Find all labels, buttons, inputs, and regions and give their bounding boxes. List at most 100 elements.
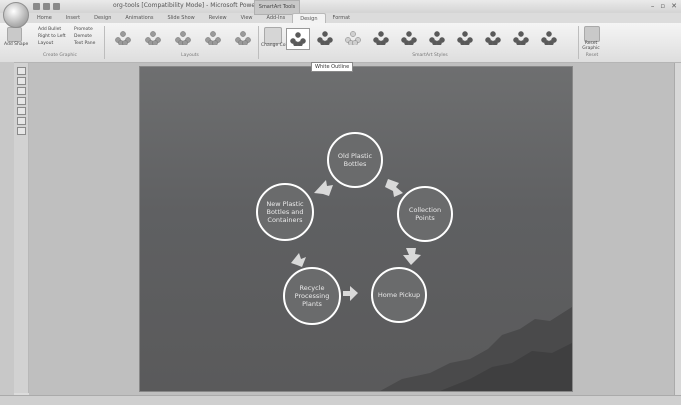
thumb-glyph (490, 31, 496, 37)
thumb-glyph (297, 41, 303, 46)
arrow-icon (385, 179, 403, 197)
thumb-glyph (436, 40, 442, 45)
window-controls: – ▫ ✕ (651, 2, 677, 10)
style-option[interactable] (426, 28, 448, 48)
pane-icon[interactable] (17, 117, 26, 125)
pane-icon[interactable] (17, 67, 26, 75)
pane-icon[interactable] (17, 87, 26, 95)
layout-option[interactable] (232, 28, 254, 48)
add-bullet-button[interactable]: Add Bullet (38, 27, 61, 32)
cycle-node[interactable]: Home Pickup (371, 267, 427, 323)
thumb-glyph (518, 31, 524, 37)
tab-design[interactable]: Design (87, 13, 118, 23)
tab-animations[interactable]: Animations (118, 13, 160, 23)
thumb-glyph (182, 40, 188, 45)
tab-insert[interactable]: Insert (59, 13, 87, 23)
thumb-glyph (152, 40, 158, 45)
style-option[interactable] (370, 28, 392, 48)
text-pane-button[interactable]: Text Pane (74, 41, 95, 46)
style-option[interactable] (510, 28, 532, 48)
tab-review[interactable]: Review (202, 13, 234, 23)
pane-icon[interactable] (17, 97, 26, 105)
smartart-styles-group-label: SmartArt Styles (412, 53, 448, 58)
ribbon-tabs: Home Insert Design Animations Slide Show… (30, 13, 357, 23)
style-option[interactable] (286, 28, 310, 50)
thumb-glyph (352, 40, 358, 45)
thumb-glyph (408, 40, 414, 45)
layout-dropdown[interactable]: Layout (38, 41, 53, 46)
reset-group-label: Reset (585, 53, 599, 58)
redo-icon[interactable] (53, 3, 60, 10)
layout-option[interactable] (202, 28, 224, 48)
style-option[interactable] (314, 28, 336, 48)
thumb-glyph (350, 31, 356, 37)
layout-option[interactable] (112, 28, 134, 48)
cycle-node[interactable]: New Plastic Bottles and Containers (256, 183, 314, 241)
layouts-group-label: Layouts (181, 53, 199, 58)
ribbon: Add Shape Add Bullet Right to Left Layou… (0, 23, 681, 63)
style-tooltip: White Outline (311, 62, 354, 72)
tab-smartart-format[interactable]: Format (326, 13, 358, 23)
tab-add-ins[interactable]: Add-Ins (260, 13, 293, 23)
tab-slide-show[interactable]: Slide Show (160, 13, 201, 23)
thumb-glyph (122, 40, 128, 45)
thumb-glyph (322, 31, 328, 37)
slide-art (291, 179, 572, 391)
style-option[interactable] (342, 28, 364, 48)
right-to-left-button[interactable]: Right to Left (38, 34, 66, 39)
arrow-icon (291, 253, 306, 267)
left-strip (0, 62, 14, 404)
promote-button[interactable]: Promote (74, 27, 93, 32)
slide: Old Plastic Bottles Collection Points Ho… (140, 67, 572, 391)
thumb-glyph (548, 40, 554, 45)
quick-access-toolbar (33, 2, 60, 11)
tab-smartart-design[interactable]: Design (292, 13, 326, 23)
cycle-node[interactable]: Old Plastic Bottles (327, 132, 383, 188)
style-option[interactable] (482, 28, 504, 48)
layout-option[interactable] (172, 28, 194, 48)
pane-icon[interactable] (17, 107, 26, 115)
arrow-icon (314, 180, 333, 196)
text-pane-toolbar (14, 63, 29, 393)
add-shape-icon[interactable] (7, 27, 22, 42)
reset-graphic-button[interactable]: Reset Graphic (581, 41, 601, 51)
ribbon-separator (104, 26, 105, 59)
thumb-glyph (520, 40, 526, 45)
cycle-node[interactable]: Collection Points (397, 186, 453, 242)
node-label: Recycle Processing Plants (294, 284, 330, 308)
thumb-glyph (462, 31, 468, 37)
thumb-glyph (546, 31, 552, 37)
cycle-node[interactable]: Recycle Processing Plants (283, 267, 341, 325)
undo-icon[interactable] (43, 3, 50, 10)
thumb-glyph (406, 31, 412, 37)
demote-button[interactable]: Demote (74, 34, 92, 39)
thumb-glyph (324, 40, 330, 45)
thumb-glyph (295, 32, 301, 38)
style-option[interactable] (398, 28, 420, 48)
pane-icon[interactable] (17, 77, 26, 85)
office-button[interactable] (3, 2, 29, 28)
thumb-glyph (464, 40, 470, 45)
minimize-button[interactable]: – (651, 2, 655, 10)
maximize-button[interactable]: ▫ (660, 2, 665, 10)
pane-icon[interactable] (17, 127, 26, 135)
style-option[interactable] (454, 28, 476, 48)
node-label: Collection Points (408, 206, 442, 222)
save-icon[interactable] (33, 3, 40, 10)
thumb-glyph (434, 31, 440, 37)
tab-view[interactable]: View (234, 13, 260, 23)
thumb-glyph (180, 31, 186, 37)
create-graphic-group-label: Create Graphic (43, 53, 77, 58)
style-option[interactable] (538, 28, 560, 48)
thumb-glyph (492, 40, 498, 45)
layout-option[interactable] (142, 28, 164, 48)
thumb-glyph (380, 40, 386, 45)
thumb-glyph (212, 40, 218, 45)
tab-home[interactable]: Home (30, 13, 59, 23)
change-colors-icon[interactable] (264, 27, 282, 44)
close-button[interactable]: ✕ (671, 2, 677, 10)
vertical-scrollbar[interactable] (674, 63, 681, 395)
reset-graphic-icon[interactable] (584, 26, 600, 42)
arrow-icon (343, 286, 358, 301)
add-shape-button[interactable]: Add Shape (4, 42, 28, 47)
